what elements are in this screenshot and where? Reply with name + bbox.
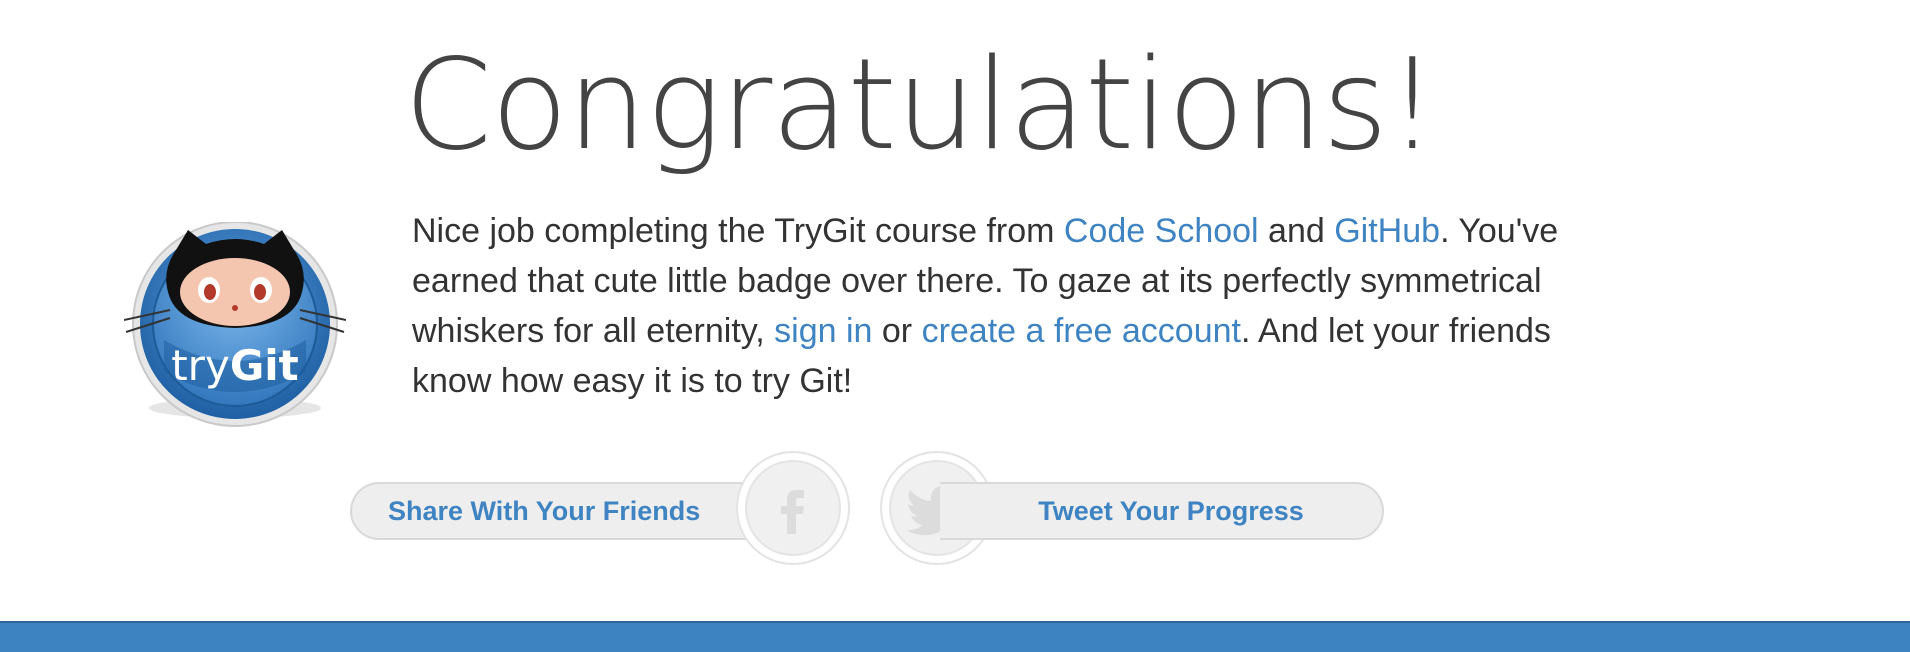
completion-message: Nice job completing the TryGit course fr… xyxy=(412,206,1572,406)
footer-bar xyxy=(0,621,1910,652)
trygit-badge: tryGit xyxy=(124,222,346,427)
github-link[interactable]: GitHub xyxy=(1334,212,1440,250)
badge-text-git: Git xyxy=(230,341,299,390)
create-account-link[interactable]: create a free account xyxy=(922,312,1241,350)
tweet-progress-label: Tweet Your Progress xyxy=(1038,495,1304,526)
share-with-friends-label: Share With Your Friends xyxy=(388,495,701,526)
congratulations-page: Congratulations! tryGit Nice job complet… xyxy=(0,0,1910,652)
page-title: Congratulations! xyxy=(404,31,1438,178)
sign-in-link[interactable]: sign in xyxy=(774,312,872,350)
code-school-link[interactable]: Code School xyxy=(1064,212,1259,250)
badge-text-try: try xyxy=(171,341,230,390)
svg-text:tryGit: tryGit xyxy=(171,341,299,390)
message-text-2: and xyxy=(1258,212,1335,250)
facebook-share-button[interactable] xyxy=(736,451,850,565)
message-text-1: Nice job completing the TryGit course fr… xyxy=(412,212,1064,250)
tweet-progress-button[interactable]: Tweet Your Progress xyxy=(940,482,1384,540)
facebook-icon xyxy=(781,490,804,534)
message-text-4: or xyxy=(872,312,922,350)
share-with-friends-button[interactable]: Share With Your Friends xyxy=(350,482,790,540)
